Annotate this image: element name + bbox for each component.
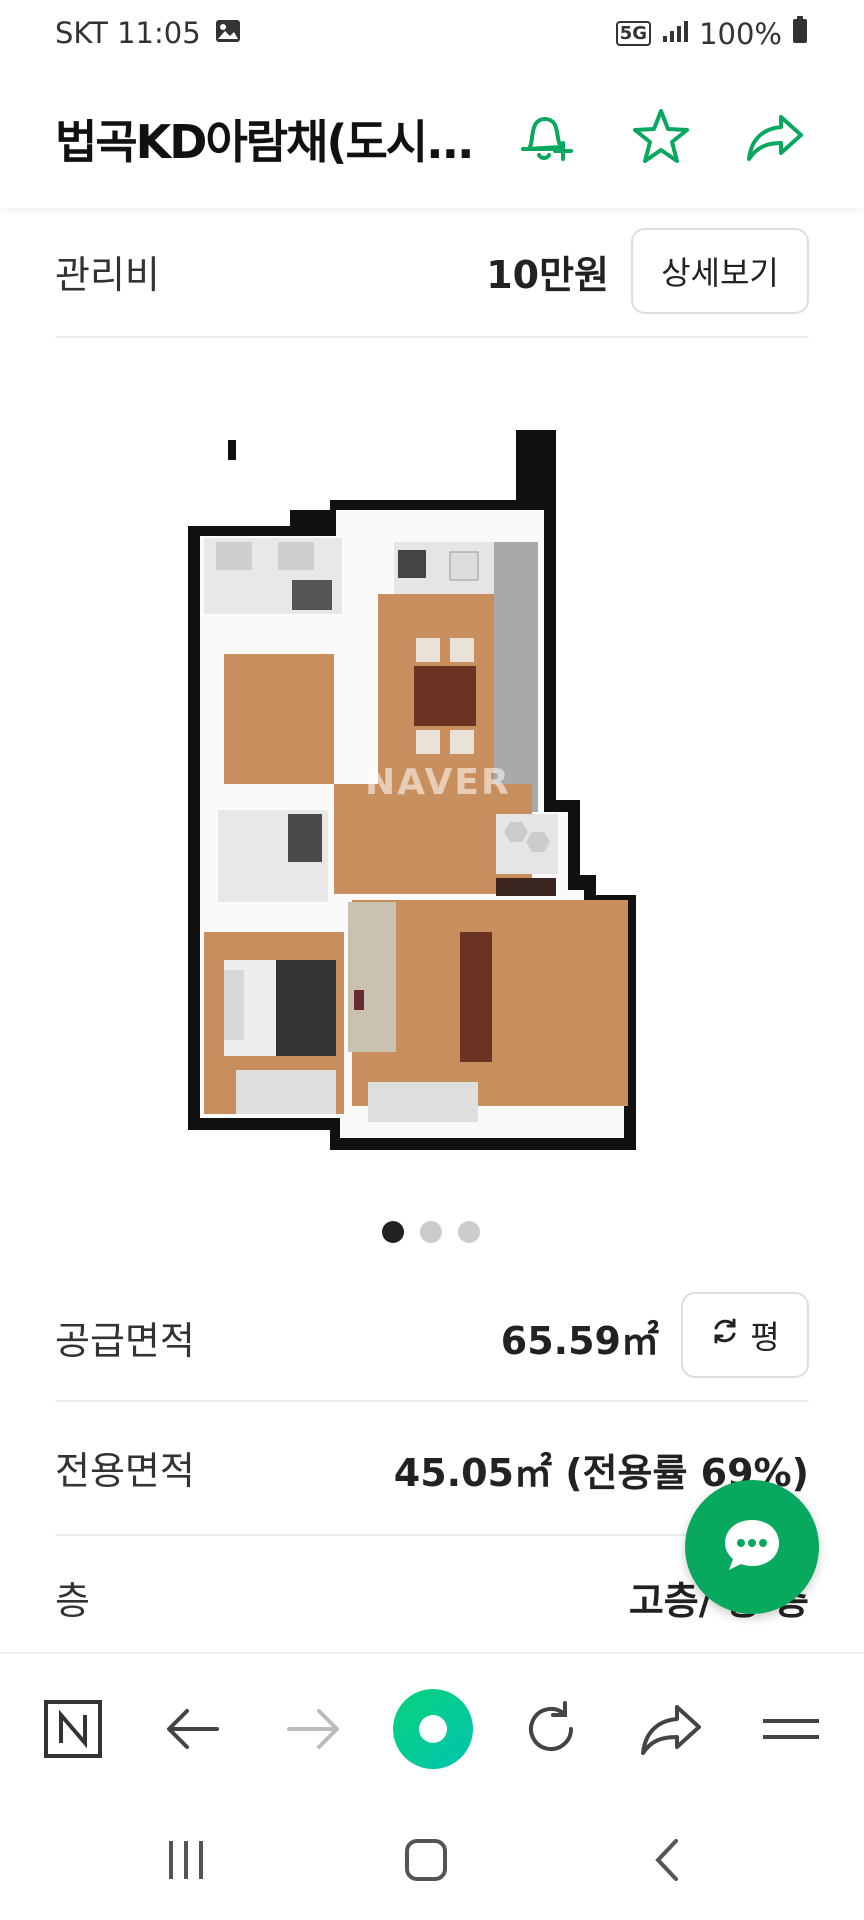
- chat-fab-button[interactable]: [685, 1480, 819, 1614]
- star-icon[interactable]: [626, 102, 696, 172]
- status-bar: SKT 11:05 5G 100%: [0, 0, 864, 72]
- back-arrow-icon[interactable]: [148, 1684, 238, 1774]
- naver-green-dot-icon[interactable]: [388, 1684, 478, 1774]
- app-header: 법곡KD아람채(도시...: [0, 72, 864, 208]
- home-icon[interactable]: [386, 1830, 466, 1890]
- supply-area-row: 공급면적 65.59㎡ 평: [55, 1270, 809, 1402]
- pager-dot-1[interactable]: [382, 1221, 404, 1243]
- battery-icon: [792, 16, 808, 51]
- browser-toolbar: [0, 1652, 864, 1800]
- pager-dot-3[interactable]: [458, 1221, 480, 1243]
- detail-view-label: 상세보기: [661, 254, 779, 292]
- back-icon[interactable]: [628, 1830, 708, 1890]
- forward-arrow-icon[interactable]: [268, 1684, 358, 1774]
- chat-bubble-icon: [721, 1516, 783, 1578]
- refresh-icon: [710, 1316, 740, 1354]
- floor-label: 층: [55, 1579, 90, 1623]
- detail-view-button[interactable]: 상세보기: [631, 228, 809, 314]
- status-right: 5G 100%: [615, 16, 808, 51]
- unit-toggle-button[interactable]: 평: [681, 1292, 809, 1378]
- supply-area-value: 65.59㎡: [500, 1319, 659, 1363]
- supply-area-label: 공급면적: [55, 1319, 195, 1363]
- battery-level: 100%: [699, 16, 782, 51]
- network-5g-icon: 5G: [615, 21, 652, 46]
- maintenance-fee-value: 10만원: [486, 253, 609, 297]
- signal-icon: [661, 17, 689, 51]
- maintenance-fee-row: 관리비 10만원 상세보기: [55, 208, 809, 338]
- refresh-icon[interactable]: [506, 1684, 596, 1774]
- naver-n-icon[interactable]: [28, 1684, 118, 1774]
- image-pager: [382, 1221, 480, 1243]
- unit-toggle-label: 평: [750, 1318, 780, 1356]
- naver-watermark: NAVER: [365, 762, 511, 803]
- carrier-time: SKT 11:05: [55, 16, 201, 50]
- pager-dot-2[interactable]: [420, 1221, 442, 1243]
- share-icon[interactable]: [626, 1684, 716, 1774]
- bell-plus-icon[interactable]: [510, 102, 580, 172]
- page-title: 법곡KD아람채(도시...: [55, 115, 475, 169]
- share-icon[interactable]: [740, 102, 810, 172]
- recent-apps-icon[interactable]: [146, 1830, 226, 1890]
- system-nav-bar: [0, 1800, 864, 1920]
- status-left: SKT 11:05: [55, 16, 241, 50]
- exclusive-area-label: 전용면적: [55, 1449, 195, 1493]
- gallery-notification-icon: [215, 16, 241, 50]
- maintenance-fee-label: 관리비: [55, 253, 160, 297]
- menu-icon[interactable]: [746, 1684, 836, 1774]
